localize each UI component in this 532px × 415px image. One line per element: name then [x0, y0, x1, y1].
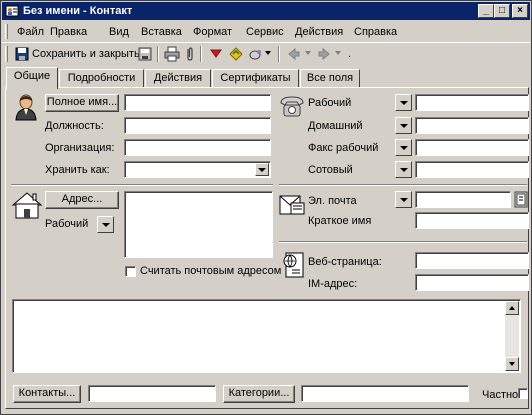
organization-label: Организация:	[45, 142, 115, 154]
phone-fax-dropdown[interactable]	[395, 139, 412, 156]
contacts-input[interactable]	[88, 385, 216, 402]
toolbar-grip[interactable]	[5, 46, 8, 62]
menu-actions[interactable]: Действия	[295, 25, 343, 39]
standard-toolbar: Сохранить и закрыть .	[2, 42, 530, 64]
attach-icon[interactable]	[182, 46, 198, 62]
minimize-button[interactable]: _	[478, 4, 494, 18]
im-address-input[interactable]	[415, 274, 529, 291]
categories-icon[interactable]	[228, 46, 244, 62]
menu-grip[interactable]	[5, 24, 8, 39]
menu-edit[interactable]: Правка	[50, 25, 87, 39]
web-page-label: Веб-страница:	[308, 256, 382, 268]
tab-strip: Общие Подробности Действия Сертификаты В…	[1, 67, 532, 89]
email-input[interactable]	[415, 191, 511, 208]
chevron-down-icon[interactable]	[264, 49, 272, 57]
next-item-icon[interactable]	[316, 46, 332, 62]
phone-work-label: Рабочий	[308, 97, 352, 109]
phone-mobile-dropdown[interactable]	[395, 161, 412, 178]
contact-window: Без имени - Контакт _ □ × Файл Правка Ви…	[0, 0, 532, 415]
phone-home-input[interactable]	[415, 117, 529, 134]
position-input[interactable]	[124, 117, 271, 134]
mailing-address-checkbox[interactable]	[125, 266, 136, 277]
toolbar-separator	[278, 46, 280, 62]
phone-work-dropdown[interactable]	[395, 94, 412, 111]
phone-work-input[interactable]	[415, 94, 529, 111]
mailing-address-label: Считать почтовым адресом	[140, 265, 282, 277]
menu-file[interactable]: Файл	[17, 25, 44, 39]
person-icon	[15, 94, 37, 121]
display-as-input[interactable]	[415, 212, 529, 229]
save-icon	[15, 47, 29, 61]
phone-mobile-input[interactable]	[415, 161, 529, 178]
phone-fax-label: Факс рабочий	[308, 142, 379, 154]
notes-scrollbar[interactable]	[505, 301, 519, 371]
contacts-button[interactable]: Контакты...	[13, 385, 81, 403]
menu-format[interactable]: Формат	[193, 25, 232, 39]
notes-textarea[interactable]	[12, 299, 521, 373]
menu-insert[interactable]: Вставка	[141, 25, 182, 39]
address-textarea[interactable]	[124, 191, 273, 258]
follow-up-flag-icon[interactable]	[208, 46, 224, 62]
full-name-input[interactable]	[124, 94, 271, 111]
address-type-label: Рабочий	[45, 218, 89, 230]
private-checkbox[interactable]	[518, 388, 528, 399]
menu-tools[interactable]: Сервис	[246, 25, 284, 39]
phone-fax-input[interactable]	[415, 139, 529, 156]
toolbar-separator	[157, 46, 159, 62]
address-type-dropdown[interactable]	[97, 216, 114, 233]
email-icon	[279, 195, 305, 215]
tab-general[interactable]: Общие	[6, 67, 58, 89]
menu-bar: Файл Правка Вид Вставка Формат Сервис Де…	[2, 22, 530, 41]
house-icon	[11, 192, 43, 219]
toolbar-overflow[interactable]: .	[348, 47, 351, 61]
email-type-dropdown[interactable]	[395, 191, 412, 208]
full-name-button[interactable]: Полное имя...	[45, 94, 119, 112]
chevron-down-icon[interactable]	[304, 49, 312, 57]
organization-input[interactable]	[124, 139, 271, 156]
section-divider	[279, 241, 527, 243]
im-address-label: IM-адрес:	[308, 278, 358, 290]
maximize-button[interactable]: □	[494, 4, 510, 18]
web-page-input[interactable]	[415, 252, 529, 269]
menu-view[interactable]: Вид	[109, 25, 129, 39]
telephone-icon	[280, 96, 304, 117]
previous-item-icon[interactable]	[286, 46, 302, 62]
chevron-down-icon[interactable]	[334, 49, 342, 57]
phone-mobile-label: Сотовый	[308, 164, 353, 176]
scroll-down-arrow[interactable]	[505, 357, 519, 371]
address-book-button-icon[interactable]	[514, 191, 528, 208]
phone-home-label: Домашний	[308, 120, 363, 132]
position-label: Должность:	[45, 120, 104, 132]
file-as-dropdown-arrow[interactable]	[255, 163, 269, 176]
tab-activities[interactable]: Действия	[145, 69, 211, 87]
address-book-icon[interactable]	[248, 46, 264, 62]
tab-certificates[interactable]: Сертификаты	[212, 69, 299, 87]
section-divider	[279, 184, 527, 186]
save-file-icon[interactable]	[137, 46, 153, 62]
display-as-label: Краткое имя	[308, 215, 372, 227]
toolbar-separator	[200, 46, 202, 62]
contact-card-icon	[5, 5, 19, 17]
address-button[interactable]: Адрес...	[45, 191, 119, 209]
print-icon[interactable]	[164, 46, 180, 62]
close-button[interactable]: ×	[512, 4, 528, 18]
email-label: Эл. почта	[308, 195, 357, 207]
section-divider	[11, 184, 273, 186]
tab-details[interactable]: Подробности	[59, 69, 144, 87]
phone-home-dropdown[interactable]	[395, 117, 412, 134]
tab-all-fields[interactable]: Все поля	[300, 69, 360, 87]
categories-input[interactable]	[301, 385, 469, 402]
file-as-combo[interactable]	[124, 161, 271, 178]
file-as-label: Хранить как:	[45, 164, 110, 176]
window-title: Без имени - Контакт	[23, 5, 133, 17]
scroll-up-arrow[interactable]	[505, 301, 519, 315]
categories-button[interactable]: Категории...	[223, 385, 295, 403]
save-close-button[interactable]: Сохранить и закрыть	[32, 47, 140, 61]
menu-help[interactable]: Справка	[354, 25, 397, 39]
title-bar[interactable]: Без имени - Контакт _ □ ×	[2, 2, 530, 20]
web-page-icon	[283, 252, 304, 278]
